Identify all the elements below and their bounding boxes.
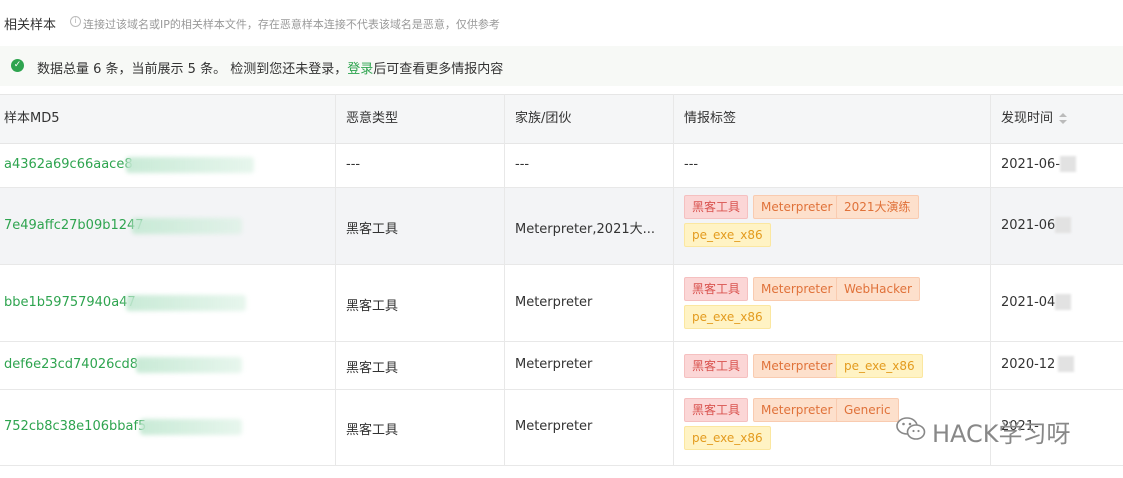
section-title: 相关样本 bbox=[4, 18, 57, 33]
wechat-icon bbox=[896, 417, 926, 440]
sort-icon[interactable] bbox=[1059, 112, 1068, 125]
column-header-time[interactable]: 发现时间 bbox=[1001, 95, 1068, 143]
md5-link[interactable]: a4362a69c66aace8 bbox=[4, 157, 133, 172]
table-row: a4362a69c66aace8 --- --- --- 2021-06- bbox=[0, 144, 1123, 188]
redacted-blur bbox=[140, 419, 242, 435]
redacted-blur bbox=[1060, 156, 1076, 172]
malware-type: 黑客工具 bbox=[346, 361, 399, 376]
tag-meterpreter: Meterpreter bbox=[753, 195, 841, 219]
tag-hacker-tool: 黑客工具 bbox=[684, 277, 749, 301]
section-note: 连接过该域名或IP的相关样本文件，存在恶意样本连接不代表该域名是恶意，仅供参考 bbox=[83, 18, 500, 31]
redacted-blur bbox=[1055, 217, 1071, 233]
discovery-time: 2021-06 bbox=[1001, 218, 1056, 233]
md5-link[interactable]: 7e49affc27b09b1247 bbox=[4, 218, 144, 233]
info-icon: i bbox=[70, 16, 81, 27]
tag-pe-exe-x86: pe_exe_x86 bbox=[836, 354, 923, 378]
md5-link[interactable]: 752cb8c38e106bbaf5 bbox=[4, 419, 146, 434]
discovery-time: 2021-04 bbox=[1001, 295, 1056, 310]
tag-meterpreter: Meterpreter bbox=[753, 398, 841, 422]
redacted-blur bbox=[126, 157, 254, 173]
column-divider bbox=[504, 94, 505, 466]
family: Meterpreter bbox=[515, 357, 593, 372]
notice-bar: ✓ 数据总量 6 条，当前展示 5 条。 检测到您还未登录，登录后可查看更多情报… bbox=[0, 46, 1123, 86]
malware-type: --- bbox=[346, 157, 361, 172]
tag-pe-exe-x86: pe_exe_x86 bbox=[684, 305, 771, 329]
redacted-blur bbox=[1058, 356, 1074, 372]
tag-webhacker: WebHacker bbox=[836, 277, 920, 301]
tags-empty: --- bbox=[684, 157, 699, 172]
notice-text-before: 数据总量 6 条，当前展示 5 条。 检测到您还未登录， bbox=[37, 62, 348, 77]
redacted-blur bbox=[126, 295, 246, 311]
redacted-blur bbox=[136, 357, 242, 373]
malware-type: 黑客工具 bbox=[346, 423, 399, 438]
column-divider bbox=[335, 94, 336, 466]
tag-pe-exe-x86: pe_exe_x86 bbox=[684, 223, 771, 247]
redacted-blur bbox=[132, 218, 242, 234]
tag-hacker-tool: 黑客工具 bbox=[684, 354, 749, 378]
tag-meterpreter: Meterpreter bbox=[753, 354, 841, 378]
family: --- bbox=[515, 157, 530, 172]
watermark-text: HACK学习呀 bbox=[932, 420, 1071, 448]
notice-message: 数据总量 6 条，当前展示 5 条。 检测到您还未登录，登录后可查看更多情报内容 bbox=[37, 58, 503, 77]
login-link[interactable]: 登录 bbox=[347, 62, 373, 77]
section-header: 相关样本 i 连接过该域名或IP的相关样本文件，存在恶意样本连接不代表该域名是恶… bbox=[0, 0, 1123, 46]
discovery-time: 2021-06- bbox=[1001, 157, 1061, 172]
column-divider bbox=[673, 94, 674, 466]
tag-hacker-tool: 黑客工具 bbox=[684, 398, 749, 422]
malware-type: 黑客工具 bbox=[346, 299, 399, 314]
column-header-family: 家族/团伙 bbox=[515, 111, 572, 126]
family: Meterpreter bbox=[515, 295, 593, 310]
tag-hacker-tool: 黑客工具 bbox=[684, 195, 749, 219]
check-circle-icon: ✓ bbox=[11, 59, 24, 72]
malware-type: 黑客工具 bbox=[346, 222, 399, 237]
tag-pe-exe-x86: pe_exe_x86 bbox=[684, 426, 771, 450]
table-row: def6e23cd74026cd8 黑客工具 Meterpreter 黑客工具 … bbox=[0, 342, 1123, 390]
notice-text-after: 后可查看更多情报内容 bbox=[373, 62, 504, 77]
table-header-row: 样本MD5 恶意类型 家族/团伙 情报标签 发现时间 bbox=[0, 94, 1123, 144]
tag-generic: Generic bbox=[836, 398, 899, 422]
md5-link[interactable]: def6e23cd74026cd8 bbox=[4, 357, 138, 372]
discovery-time: 2020-12 bbox=[1001, 357, 1056, 372]
redacted-blur bbox=[1055, 294, 1071, 310]
column-divider bbox=[990, 94, 991, 466]
family: Meterpreter bbox=[515, 419, 593, 434]
md5-link[interactable]: bbe1b59757940a47 bbox=[4, 295, 136, 310]
table-row: bbe1b59757940a47 黑客工具 Meterpreter 黑客工具 M… bbox=[0, 265, 1123, 342]
column-header-tags: 情报标签 bbox=[684, 111, 737, 126]
column-header-md5: 样本MD5 bbox=[4, 111, 60, 126]
family: Meterpreter,2021大... bbox=[515, 222, 656, 237]
tag-2021-drill: 2021大演练 bbox=[836, 195, 919, 219]
column-header-type: 恶意类型 bbox=[346, 111, 399, 126]
table-row: 7e49affc27b09b1247 黑客工具 Meterpreter,2021… bbox=[0, 188, 1123, 265]
column-header-time-label: 发现时间 bbox=[1001, 111, 1054, 126]
tag-meterpreter: Meterpreter bbox=[753, 277, 841, 301]
